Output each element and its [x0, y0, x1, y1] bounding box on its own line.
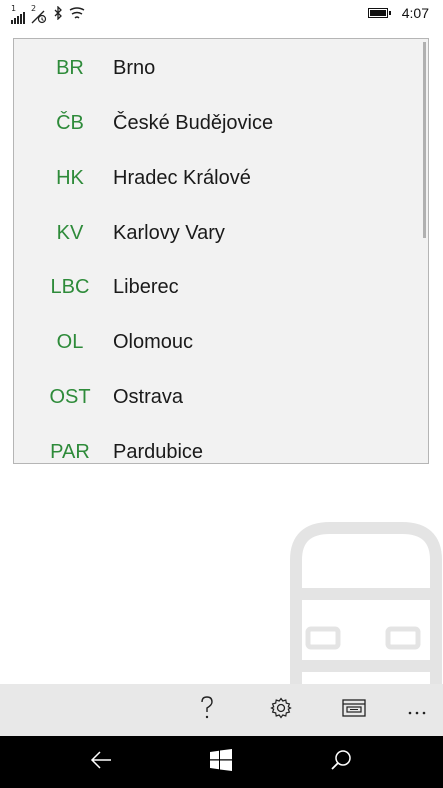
city-name: Brno: [113, 57, 156, 79]
city-code: OST: [49, 386, 91, 408]
battery-icon: [368, 8, 391, 18]
city-list[interactable]: BR Brno ČB České Budějovice HK Hradec Kr…: [13, 38, 429, 464]
settings-icon: [270, 697, 292, 723]
back-button[interactable]: [81, 746, 121, 778]
city-name: Hradec Králové: [113, 167, 251, 189]
ticket-button[interactable]: [337, 694, 371, 726]
more-button[interactable]: [400, 694, 434, 726]
app-bar: [0, 684, 443, 736]
list-item[interactable]: OL Olomouc: [14, 323, 414, 363]
sim1-label: 1: [11, 4, 17, 13]
city-name: Olomouc: [113, 331, 194, 353]
status-bar: 1 2 4:07: [0, 0, 443, 28]
sim2-label: 2: [31, 4, 37, 13]
scrollbar-thumb[interactable]: [423, 42, 426, 238]
list-item[interactable]: LBC Liberec: [14, 268, 414, 308]
city-code: BR: [56, 57, 84, 79]
list-item[interactable]: KV Karlovy Vary: [14, 214, 414, 254]
search-icon: [330, 749, 352, 775]
more-icon: [407, 701, 427, 720]
list-item[interactable]: BR Brno: [14, 49, 414, 89]
navigation-bar: [0, 736, 443, 788]
list-item[interactable]: PAR Pardubice: [14, 433, 414, 463]
signal-icon: 2: [31, 4, 47, 24]
start-button[interactable]: [201, 746, 241, 778]
back-icon: [89, 750, 113, 774]
signal-icon: 1: [11, 4, 25, 24]
bluetooth-icon: [53, 5, 63, 24]
city-name: Ostrava: [113, 386, 184, 408]
windows-icon: [210, 749, 232, 775]
list-item[interactable]: HK Hradec Králové: [14, 159, 414, 199]
city-code: OL: [56, 331, 84, 353]
city-code: ČB: [56, 112, 84, 134]
city-code: HK: [56, 167, 84, 189]
help-button[interactable]: [190, 694, 224, 726]
wifi-icon: [69, 5, 85, 24]
search-button[interactable]: [321, 746, 361, 778]
city-code: PAR: [50, 441, 90, 463]
clock: 4:07: [401, 5, 429, 21]
city-name: Karlovy Vary: [113, 222, 225, 244]
city-name: Liberec: [113, 276, 179, 298]
city-code: KV: [56, 222, 84, 244]
ticket-icon: [342, 699, 366, 721]
help-icon: [199, 696, 215, 724]
list-item[interactable]: OST Ostrava: [14, 378, 414, 418]
settings-button[interactable]: [264, 694, 298, 726]
list-item[interactable]: ČB České Budějovice: [14, 104, 414, 144]
city-name: České Budějovice: [113, 112, 274, 134]
city-code: LBC: [50, 276, 90, 298]
city-name: Pardubice: [113, 441, 204, 463]
